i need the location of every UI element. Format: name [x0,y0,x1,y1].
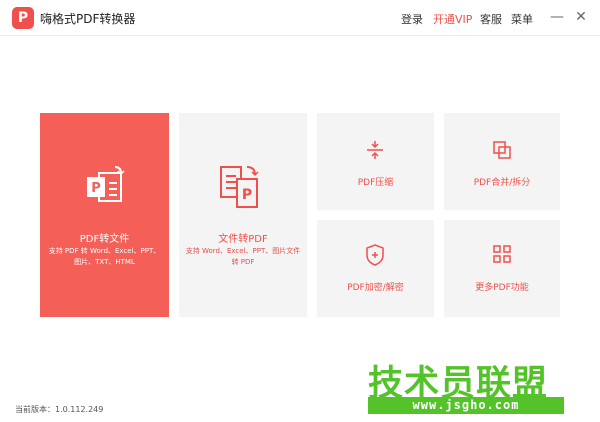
shield-icon [366,244,384,266]
merge-split-icon [493,141,511,159]
compress-icon [367,141,383,159]
title-bar: P 嗨格式PDF转换器 登录 开通VIP 客服 菜单 — ✕ [0,0,600,36]
close-button[interactable]: ✕ [573,9,589,25]
app-title: 嗨格式PDF转换器 [40,12,136,26]
watermark: 技术员联盟 www.jsgho.com [368,355,568,417]
menu-link[interactable]: 菜单 [511,11,533,27]
minimize-button[interactable]: — [549,9,565,25]
service-link[interactable]: 客服 [480,11,502,27]
svg-text:P: P [242,187,252,203]
watermark-url: www.jsgho.com [368,397,564,414]
pdf-to-file-icon: P [87,166,125,202]
encrypt-tile[interactable]: PDF加密/解密 [317,220,434,317]
more-functions-title: 更多PDF功能 [475,283,529,293]
file-to-pdf-tile[interactable]: P 文件转PDF 支持 Word、Excel、PPT、图片文件转 PDF [179,113,307,317]
compress-title: PDF压缩 [357,178,394,188]
login-link[interactable]: 登录 [401,11,423,27]
pdf-to-file-tile[interactable]: P PDF转文件 支持 PDF 转 Word、Excel、PPT、图片、TXT、… [40,113,169,317]
svg-text:P: P [91,181,101,196]
file-to-pdf-icon: P [220,166,259,208]
version-label: 当前版本：1.0.112.249 [15,405,104,414]
merge-split-tile[interactable]: PDF合并/拆分 [444,113,560,210]
merge-split-title: PDF合并/拆分 [473,178,531,188]
encrypt-title: PDF加密/解密 [347,283,404,293]
compress-tile[interactable]: PDF压缩 [317,113,434,210]
vip-link[interactable]: 开通VIP [433,11,472,27]
pdf-to-file-desc: 支持 PDF 转 Word、Excel、PPT、图片、TXT、HTML [48,247,161,266]
app-logo-icon: P [12,7,34,29]
more-functions-tile[interactable]: 更多PDF功能 [444,220,560,317]
pdf-to-file-title: PDF转文件 [79,234,130,245]
file-to-pdf-desc: 支持 Word、Excel、PPT、图片文件转 PDF [185,247,301,266]
file-to-pdf-title: 文件转PDF [218,234,268,245]
grid-icon [493,245,511,263]
